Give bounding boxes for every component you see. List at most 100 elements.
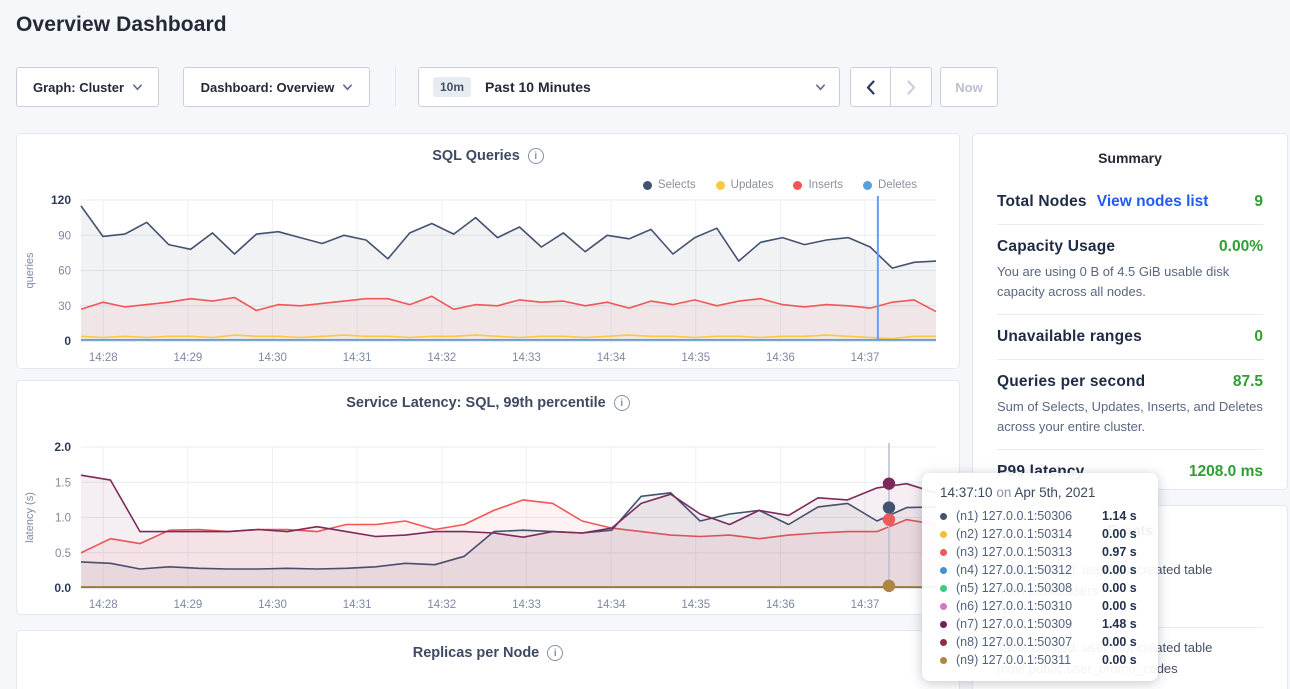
node-color-dot-icon (940, 585, 947, 592)
view-nodes-list-link[interactable]: View nodes list (1097, 193, 1209, 211)
summary-value: 1208.0 ms (1189, 463, 1263, 481)
legend-item-selects[interactable]: Selects (643, 179, 696, 191)
chevron-left-icon (866, 80, 875, 95)
summary-row-unavailable-ranges: Unavailable ranges 0 (997, 314, 1263, 359)
node-address: (n7) 127.0.0.1:50309 (956, 617, 1102, 631)
summary-value: 0.00% (1219, 238, 1263, 256)
node-color-dot-icon (940, 657, 947, 664)
time-range-label: Past 10 Minutes (485, 79, 816, 95)
node-color-dot-icon (940, 621, 947, 628)
time-range-next-button[interactable] (891, 67, 932, 107)
summary-value: 9 (1254, 193, 1263, 211)
time-range-selector[interactable]: 10m Past 10 Minutes (418, 67, 840, 107)
svg-text:14:36: 14:36 (766, 352, 795, 364)
summary-row-queries-per-second: Queries per second 87.5 Sum of Selects, … (997, 359, 1263, 449)
tooltip-node-row: (n3) 127.0.0.1:503130.97 s (940, 543, 1144, 561)
svg-text:90: 90 (58, 230, 71, 242)
node-latency-value: 0.00 s (1102, 635, 1137, 649)
svg-text:14:28: 14:28 (89, 352, 118, 364)
svg-text:14:35: 14:35 (681, 352, 710, 364)
graph-dropdown[interactable]: Graph: Cluster (16, 67, 159, 107)
summary-subtext: You are using 0 B of 4.5 GiB usable disk… (997, 262, 1263, 301)
node-address: (n9) 127.0.0.1:50311 (956, 653, 1102, 667)
svg-text:60: 60 (58, 266, 71, 278)
node-latency-value: 0.97 s (1102, 545, 1137, 559)
legend-label: Selects (658, 179, 696, 191)
node-latency-value: 1.14 s (1102, 509, 1137, 523)
svg-text:0.0: 0.0 (54, 581, 71, 595)
legend-dot-icon (863, 181, 872, 190)
legend-item-deletes[interactable]: Deletes (863, 179, 917, 191)
legend-item-inserts[interactable]: Inserts (793, 179, 843, 191)
svg-text:latency (s): latency (s) (24, 492, 36, 543)
chart-legend: Selects Updates Inserts Deletes (643, 179, 917, 191)
legend-dot-icon (793, 181, 802, 190)
svg-text:queries: queries (24, 252, 36, 289)
svg-text:14:29: 14:29 (173, 599, 202, 611)
node-color-dot-icon (940, 639, 947, 646)
svg-text:2.0: 2.0 (54, 440, 71, 454)
node-address: (n2) 127.0.0.1:50314 (956, 527, 1102, 541)
node-color-dot-icon (940, 549, 947, 556)
chart-title-replicas-per-node: Replicas per Node (413, 645, 540, 661)
svg-text:0.5: 0.5 (55, 548, 71, 560)
svg-text:1.5: 1.5 (55, 477, 71, 489)
svg-text:14:33: 14:33 (512, 599, 541, 611)
svg-text:14:30: 14:30 (258, 599, 287, 611)
legend-dot-icon (716, 181, 725, 190)
info-icon[interactable]: i (614, 395, 630, 411)
service-latency-chart-card: Service Latency: SQL, 99th percentile i … (16, 380, 960, 615)
chart-hover-tooltip: 14:37:10 on Apr 5th, 2021 (n1) 127.0.0.1… (922, 473, 1158, 681)
tooltip-node-row: (n1) 127.0.0.1:503061.14 s (940, 507, 1144, 525)
tooltip-node-row: (n5) 127.0.0.1:503080.00 s (940, 579, 1144, 597)
svg-text:14:34: 14:34 (597, 352, 626, 364)
node-address: (n6) 127.0.0.1:50310 (956, 599, 1102, 613)
chart-title-sql-queries: SQL Queries (432, 148, 520, 164)
svg-text:14:35: 14:35 (681, 599, 710, 611)
node-address: (n5) 127.0.0.1:50308 (956, 581, 1102, 595)
node-latency-value: 0.00 s (1102, 563, 1137, 577)
svg-text:14:37: 14:37 (851, 599, 880, 611)
tooltip-node-row: (n2) 127.0.0.1:503140.00 s (940, 525, 1144, 543)
legend-item-updates[interactable]: Updates (716, 179, 774, 191)
summary-row-capacity-usage: Capacity Usage 0.00% You are using 0 B o… (997, 224, 1263, 314)
controls-bar: Graph: Cluster Dashboard: Overview 10m P… (0, 67, 1290, 107)
chevron-down-icon (816, 83, 825, 92)
legend-label: Deletes (878, 179, 917, 191)
svg-text:120: 120 (51, 193, 71, 207)
node-latency-value: 0.00 s (1102, 599, 1137, 613)
node-color-dot-icon (940, 603, 947, 610)
node-latency-value: 1.48 s (1102, 617, 1137, 631)
node-color-dot-icon (940, 567, 947, 574)
node-color-dot-icon (940, 513, 947, 520)
tooltip-node-row: (n9) 127.0.0.1:503110.00 s (940, 651, 1144, 669)
legend-dot-icon (643, 181, 652, 190)
service-latency-chart[interactable]: 0.00.51.01.52.014:2814:2914:3014:3114:32… (17, 439, 961, 614)
svg-text:0: 0 (64, 334, 71, 348)
summary-value: 0 (1254, 328, 1263, 346)
info-icon[interactable]: i (547, 645, 563, 661)
now-button[interactable]: Now (940, 67, 998, 107)
controls-divider (395, 67, 396, 107)
time-range-prev-button[interactable] (850, 67, 891, 107)
svg-text:14:31: 14:31 (343, 352, 372, 364)
summary-row-total-nodes: Total Nodes View nodes list 9 (997, 180, 1263, 224)
tooltip-node-row: (n7) 127.0.0.1:503091.48 s (940, 615, 1144, 633)
chevron-right-icon (907, 80, 916, 95)
tooltip-timestamp: 14:37:10 on Apr 5th, 2021 (940, 485, 1144, 500)
svg-text:14:33: 14:33 (512, 352, 541, 364)
svg-text:14:32: 14:32 (427, 599, 456, 611)
chevron-down-icon (133, 83, 142, 92)
summary-subtext: Sum of Selects, Updates, Inserts, and De… (997, 397, 1263, 436)
svg-text:1.0: 1.0 (55, 513, 71, 525)
summary-panel: Summary Total Nodes View nodes list 9 Ca… (972, 133, 1288, 490)
summary-label: Unavailable ranges (997, 328, 1142, 346)
info-icon[interactable]: i (528, 148, 544, 164)
svg-text:14:28: 14:28 (89, 599, 118, 611)
legend-label: Inserts (808, 179, 843, 191)
summary-label: Queries per second (997, 373, 1145, 391)
dashboard-dropdown[interactable]: Dashboard: Overview (183, 67, 370, 107)
svg-text:14:30: 14:30 (258, 352, 287, 364)
sql-queries-chart[interactable]: 030609012014:2814:2914:3014:3114:3214:33… (17, 192, 961, 367)
summary-panel-title: Summary (973, 134, 1287, 166)
